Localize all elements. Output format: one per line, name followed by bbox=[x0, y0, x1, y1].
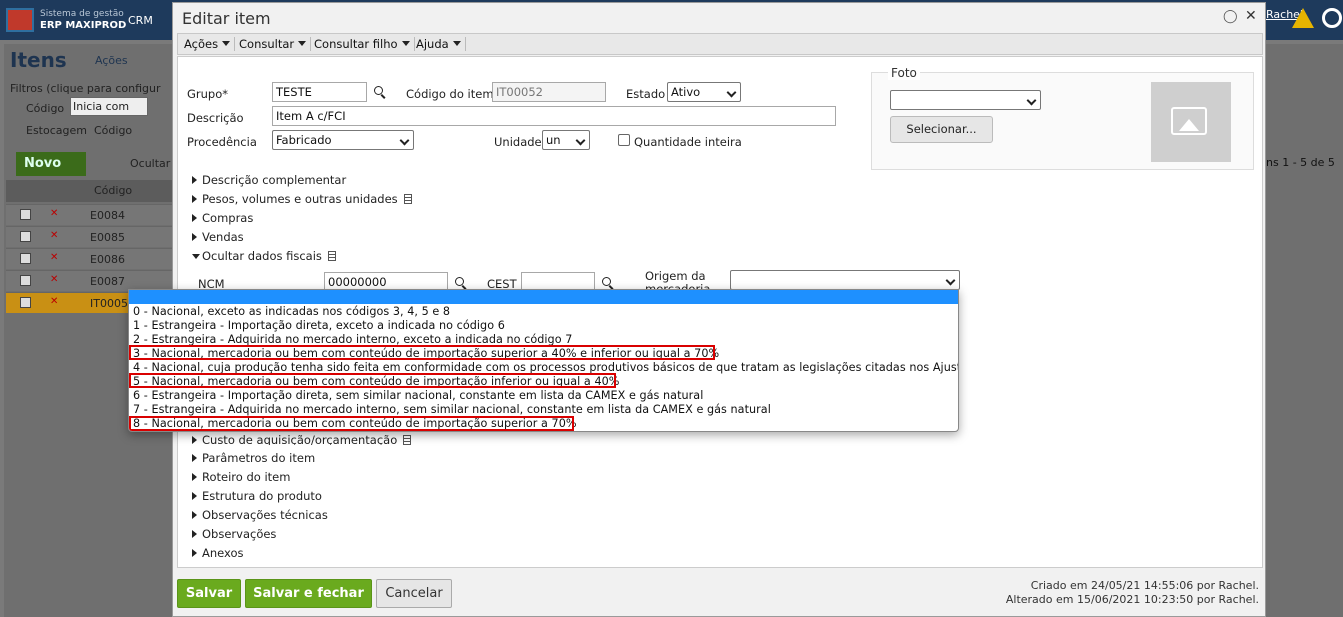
dropdown-option[interactable]: 6 - Estrangeira - Importação direta, sem… bbox=[133, 389, 703, 402]
app-name: ERP MAXIPROD bbox=[40, 20, 127, 31]
dialog-menubar: Ações Consultar Consultar filho Ajuda bbox=[177, 33, 1263, 55]
item-code-label: Código do item bbox=[406, 87, 494, 101]
unit-label: Unidade bbox=[494, 135, 542, 149]
item-code-input[interactable]: IT00052 bbox=[492, 82, 606, 102]
dropdown-option[interactable]: 0 - Nacional, exceto as indicadas nos có… bbox=[133, 305, 450, 318]
section-item-parameters[interactable]: Parâmetros do item bbox=[192, 451, 315, 465]
section-notes[interactable]: Observações bbox=[192, 527, 276, 541]
new-button[interactable]: Novo bbox=[16, 152, 86, 176]
search-icon[interactable] bbox=[374, 86, 383, 95]
image-icon bbox=[1171, 107, 1207, 135]
origin-type-label: Procedência bbox=[187, 135, 257, 149]
chat-icon[interactable]: ◯ bbox=[1223, 9, 1238, 24]
menu-acoes[interactable]: Ações bbox=[184, 37, 236, 51]
state-label: Estado bbox=[626, 87, 666, 101]
highlight-box bbox=[129, 416, 574, 431]
dialog-title: Editar item bbox=[182, 9, 271, 28]
column-code-header[interactable]: Código bbox=[94, 184, 132, 197]
integer-quantity-label: Quantidade inteira bbox=[634, 135, 742, 149]
search-icon[interactable] bbox=[455, 277, 464, 286]
dropdown-option[interactable]: 7 - Estrangeira - Adquirida no mercado i… bbox=[133, 403, 771, 416]
table-row[interactable]: ✕ E0084 bbox=[6, 204, 172, 225]
document-icon bbox=[327, 251, 336, 261]
photo-select[interactable] bbox=[890, 90, 1041, 110]
filters-label[interactable]: Filtros (clique para configur bbox=[10, 82, 161, 95]
select-photo-button[interactable]: Selecionar... bbox=[890, 116, 993, 143]
stock-label: Estocagem bbox=[26, 124, 87, 137]
save-and-close-button[interactable]: Salvar e fechar bbox=[245, 579, 372, 608]
menu-consultar[interactable]: Consultar bbox=[239, 37, 312, 51]
menu-ajuda[interactable]: Ajuda bbox=[416, 37, 466, 51]
dropdown-option-blank-selected[interactable] bbox=[129, 290, 958, 304]
goods-origin-select[interactable] bbox=[730, 270, 960, 290]
document-icon bbox=[403, 194, 412, 204]
app-logo-icon bbox=[6, 8, 34, 32]
section-complementary-description[interactable]: Descrição complementar bbox=[192, 173, 346, 187]
section-weights-volumes[interactable]: Pesos, volumes e outras unidades bbox=[192, 192, 412, 206]
menu-consultar-filho[interactable]: Consultar filho bbox=[314, 37, 415, 51]
description-label: Descrição bbox=[187, 111, 244, 125]
pagination-count: ns 1 - 5 de 5 bbox=[1266, 156, 1335, 169]
search-icon[interactable] bbox=[602, 277, 611, 286]
section-item-routing[interactable]: Roteiro do item bbox=[192, 470, 290, 484]
close-icon[interactable]: ✕ bbox=[1245, 8, 1257, 24]
group-label: Grupo* bbox=[187, 87, 229, 101]
hide-button[interactable]: Ocultar bbox=[130, 157, 170, 170]
table-row[interactable]: ✕ E0087 bbox=[6, 270, 172, 291]
highlight-box bbox=[129, 345, 715, 360]
created-info: Criado em 24/05/21 14:55:06 por Rachel. bbox=[1030, 579, 1259, 592]
description-input[interactable]: Item A c/FCI bbox=[272, 106, 836, 126]
photo-title: Foto bbox=[888, 66, 920, 80]
state-select[interactable]: Ativo bbox=[667, 82, 741, 102]
power-icon[interactable] bbox=[1322, 8, 1342, 28]
page-title: Itens bbox=[10, 48, 67, 72]
table-row[interactable]: ✕ E0086 bbox=[6, 248, 172, 269]
integer-quantity-checkbox[interactable] bbox=[618, 134, 630, 146]
filter-code-label: Código bbox=[26, 102, 65, 115]
unit-select[interactable]: un bbox=[542, 130, 590, 150]
modified-info: Alterado em 15/06/2021 10:23:50 por Rach… bbox=[1005, 593, 1259, 606]
section-fiscal-data[interactable]: Ocultar dados fiscais bbox=[192, 249, 336, 263]
warning-icon[interactable] bbox=[1292, 8, 1314, 28]
actions-menu[interactable]: Ações bbox=[95, 54, 128, 67]
table-row[interactable]: ✕ E0085 bbox=[6, 226, 172, 247]
cancel-button[interactable]: Cancelar bbox=[376, 579, 452, 608]
crm-menu[interactable]: CRM bbox=[128, 14, 153, 27]
highlight-box bbox=[129, 373, 616, 388]
photo-placeholder bbox=[1151, 82, 1231, 162]
section-sales[interactable]: Vendas bbox=[192, 230, 244, 244]
section-purchases[interactable]: Compras bbox=[192, 211, 253, 225]
save-button[interactable]: Salvar bbox=[177, 579, 241, 608]
section-acquisition-cost[interactable]: Custo de aquisição/orçamentação bbox=[192, 433, 412, 445]
section-technical-notes[interactable]: Observações técnicas bbox=[192, 508, 328, 522]
section-product-structure[interactable]: Estrutura do produto bbox=[192, 489, 322, 503]
goods-origin-label-1: Origem da bbox=[645, 269, 706, 283]
section-attachments[interactable]: Anexos bbox=[192, 546, 244, 560]
dropdown-option[interactable]: 1 - Estrangeira - Importação direta, exc… bbox=[133, 319, 505, 332]
table-header bbox=[6, 180, 172, 202]
filter-code-select[interactable]: Inicia com bbox=[70, 97, 148, 116]
origin-type-select[interactable]: Fabricado bbox=[272, 130, 414, 150]
goods-origin-dropdown-list: 0 - Nacional, exceto as indicadas nos có… bbox=[128, 289, 959, 432]
document-icon bbox=[403, 435, 412, 445]
app-subtitle: Sistema de gestão bbox=[40, 9, 124, 19]
group-input[interactable]: TESTE bbox=[272, 82, 367, 102]
stock-code-checkbox[interactable]: Código bbox=[94, 124, 132, 137]
